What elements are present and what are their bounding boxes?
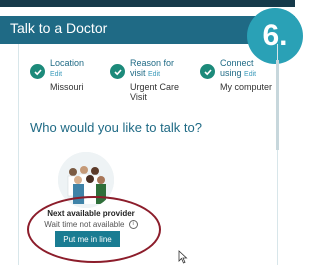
mouse-cursor-icon	[178, 250, 188, 264]
step-reason: Reason for visit Edit Urgent Care Visit	[110, 58, 200, 108]
check-circle-icon	[200, 64, 215, 79]
highlight-oval	[27, 196, 161, 263]
panel-border-left	[18, 44, 19, 265]
step-connect-label-line1: Connect	[220, 58, 254, 68]
step-reason-value: Urgent Care Visit	[130, 82, 180, 102]
check-circle-icon	[110, 64, 125, 79]
step-summary: Location Edit Missouri Reason for visit …	[30, 58, 280, 108]
step-connect-title: Connect using Edit	[220, 58, 256, 80]
step-connect-label-line2: using	[220, 68, 242, 78]
step-location: Location Edit Missouri	[30, 58, 110, 108]
put-me-in-line-button[interactable]: Put me in line	[55, 231, 120, 247]
step-connect-value: My computer	[220, 82, 273, 92]
step-location-title: Location Edit	[50, 58, 84, 80]
wait-time-text: Wait time not available i	[36, 220, 146, 230]
edit-connect-link[interactable]: Edit	[244, 71, 256, 78]
step-number-badge: 6.	[247, 8, 303, 64]
step-location-label: Location	[50, 58, 85, 68]
question-heading: Who would you like to talk to?	[30, 120, 202, 135]
page-title: Talk to a Doctor	[10, 20, 108, 36]
edit-location-link[interactable]: Edit	[50, 71, 62, 78]
step-reason-title: Reason for visit Edit	[130, 58, 174, 80]
wait-time-label: Wait time not available	[44, 220, 125, 229]
step-location-value: Missouri	[50, 82, 84, 92]
info-icon[interactable]: i	[128, 220, 138, 230]
edit-reason-link[interactable]: Edit	[148, 71, 160, 78]
step-reason-label-line1: Reason for	[130, 58, 175, 68]
next-available-provider-label: Next available provider	[47, 209, 135, 218]
step-connect: Connect using Edit My computer	[200, 58, 280, 108]
talk-to-doctor-panel: Talk to a Doctor 6. Location Edit Missou…	[0, 0, 303, 265]
check-circle-icon	[30, 64, 45, 79]
step-reason-label-line2: visit	[130, 68, 146, 78]
